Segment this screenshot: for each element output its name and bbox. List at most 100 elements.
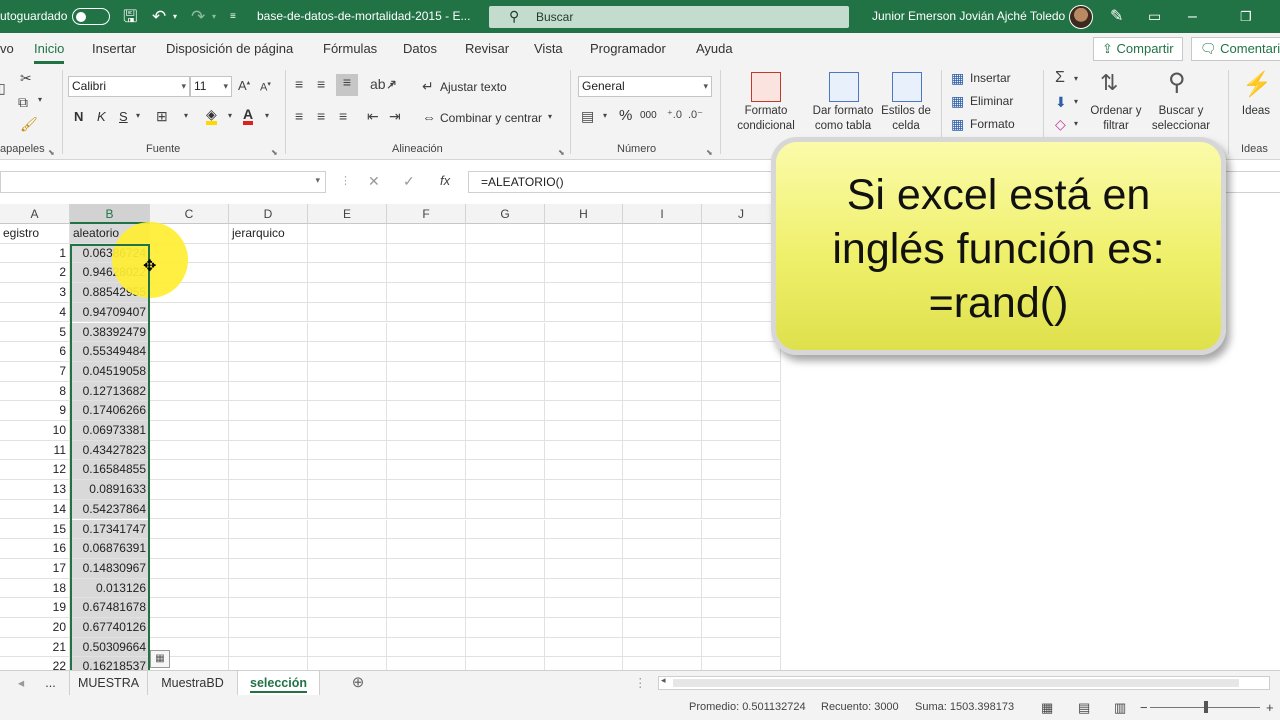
column-header-b[interactable]: B: [70, 204, 150, 224]
cell[interactable]: [702, 657, 781, 670]
cell[interactable]: [545, 637, 623, 658]
more-sheets-button[interactable]: ...: [32, 671, 70, 695]
cell[interactable]: [229, 263, 308, 284]
underline-dropdown-icon[interactable]: ▾: [136, 111, 140, 120]
cell[interactable]: [387, 480, 466, 500]
tab-seleccion[interactable]: selección: [238, 671, 320, 695]
table-row-value[interactable]: 0.17341747: [70, 519, 150, 540]
cell[interactable]: [466, 578, 545, 599]
cell[interactable]: [702, 421, 781, 441]
cell[interactable]: [623, 361, 702, 382]
increase-font-icon[interactable]: A▴: [238, 78, 250, 93]
cell[interactable]: [150, 440, 229, 461]
ideas-icon[interactable]: ⚡: [1242, 70, 1272, 99]
increase-decimal-icon[interactable]: ⁺.0: [667, 108, 682, 121]
format-painter-icon[interactable]: 🖌: [20, 116, 38, 133]
clear-dropdown-icon[interactable]: ▾: [1074, 119, 1078, 128]
tab-datos[interactable]: Datos: [403, 41, 437, 56]
merge-center-icon[interactable]: ⇔: [422, 109, 436, 125]
font-launcher-icon[interactable]: ⬊: [271, 148, 278, 157]
cell[interactable]: [545, 322, 623, 343]
increase-indent-icon[interactable]: ⇥: [389, 108, 401, 125]
zoom-slider-thumb[interactable]: [1204, 701, 1208, 713]
cell[interactable]: [623, 539, 702, 559]
cell[interactable]: [387, 302, 466, 323]
cell[interactable]: [702, 243, 781, 264]
cell[interactable]: [308, 499, 387, 520]
cell[interactable]: [545, 381, 623, 402]
column-header-j[interactable]: J: [702, 204, 781, 224]
cell[interactable]: [702, 263, 781, 284]
cell[interactable]: [229, 381, 308, 402]
conditional-format-icon[interactable]: [751, 72, 781, 102]
cut-icon[interactable]: ✂: [20, 70, 32, 87]
table-row-id[interactable]: 12: [0, 460, 70, 481]
cell[interactable]: [308, 460, 387, 481]
merge-dropdown-icon[interactable]: ▾: [548, 112, 552, 121]
header-cell-d[interactable]: jerarquico: [229, 224, 308, 244]
quick-analysis-icon[interactable]: ▦: [150, 650, 170, 668]
cell[interactable]: [702, 598, 781, 618]
table-row-value[interactable]: 0.55349484: [70, 342, 150, 362]
cell[interactable]: [229, 519, 308, 540]
borders-icon[interactable]: ⊞: [156, 108, 168, 125]
cell[interactable]: [229, 499, 308, 520]
share-button[interactable]: ⇪ Compartir: [1093, 37, 1183, 61]
cell[interactable]: [545, 519, 623, 540]
autosum-dropdown-icon[interactable]: ▾: [1074, 74, 1078, 83]
tab-inicio[interactable]: Inicio: [34, 41, 65, 64]
insert-function-button[interactable]: fx: [440, 173, 450, 188]
cell[interactable]: [387, 421, 466, 441]
tab-muestrabd[interactable]: MuestraBD: [148, 671, 238, 695]
minimize-icon[interactable]: –: [1188, 0, 1197, 33]
zoom-out-icon[interactable]: −: [1140, 695, 1148, 720]
column-header-a[interactable]: A: [0, 204, 70, 224]
cell[interactable]: [623, 460, 702, 481]
column-header-c[interactable]: C: [150, 204, 229, 224]
normal-view-icon[interactable]: ▦: [1041, 695, 1053, 720]
cell-styles-button[interactable]: Estilos de celda: [876, 104, 936, 134]
comments-button[interactable]: 🗨 Comentari: [1191, 37, 1280, 61]
wrap-text-button[interactable]: Ajustar texto: [440, 80, 507, 94]
table-row-id[interactable]: 20: [0, 618, 70, 638]
cell[interactable]: [150, 598, 229, 618]
underline-button[interactable]: S: [119, 109, 128, 124]
fill-dropdown-icon[interactable]: ▾: [228, 111, 232, 120]
cell[interactable]: [387, 361, 466, 382]
cell[interactable]: [623, 421, 702, 441]
table-row-id[interactable]: 21: [0, 637, 70, 658]
accounting-dropdown-icon[interactable]: ▾: [603, 111, 607, 120]
italic-button[interactable]: K: [97, 109, 106, 124]
table-row-value[interactable]: 0.12713682: [70, 381, 150, 402]
cell[interactable]: [387, 263, 466, 284]
column-header-h[interactable]: H: [545, 204, 623, 224]
cell[interactable]: [229, 637, 308, 658]
conditional-format-button[interactable]: Formato condicional: [726, 104, 806, 134]
merge-center-button[interactable]: Combinar y centrar: [440, 111, 542, 125]
cell[interactable]: [702, 381, 781, 402]
cell[interactable]: [702, 558, 781, 579]
cell[interactable]: [623, 224, 702, 244]
table-row-value[interactable]: 0.06973381: [70, 421, 150, 441]
cell[interactable]: [545, 578, 623, 599]
cell[interactable]: [229, 657, 308, 670]
cell[interactable]: [623, 263, 702, 284]
column-header-i[interactable]: I: [623, 204, 702, 224]
table-row-value[interactable]: 0.16584855: [70, 460, 150, 481]
autosum-icon[interactable]: Σ: [1055, 69, 1065, 87]
fill-color-icon[interactable]: ◈: [206, 107, 217, 125]
cell[interactable]: [387, 499, 466, 520]
customize-toolbar-icon[interactable]: ≡: [230, 0, 236, 33]
cell[interactable]: [545, 401, 623, 421]
fill-dropdown-icon[interactable]: ▾: [1074, 97, 1078, 106]
number-launcher-icon[interactable]: ⬊: [706, 148, 713, 157]
column-header-g[interactable]: G: [466, 204, 545, 224]
cell[interactable]: [545, 224, 623, 244]
cell[interactable]: [150, 421, 229, 441]
cell[interactable]: [308, 224, 387, 244]
fill-icon[interactable]: ⬇: [1055, 94, 1067, 111]
cell[interactable]: [466, 342, 545, 362]
table-row-id[interactable]: 10: [0, 421, 70, 441]
cell[interactable]: [466, 263, 545, 284]
cell[interactable]: [623, 342, 702, 362]
